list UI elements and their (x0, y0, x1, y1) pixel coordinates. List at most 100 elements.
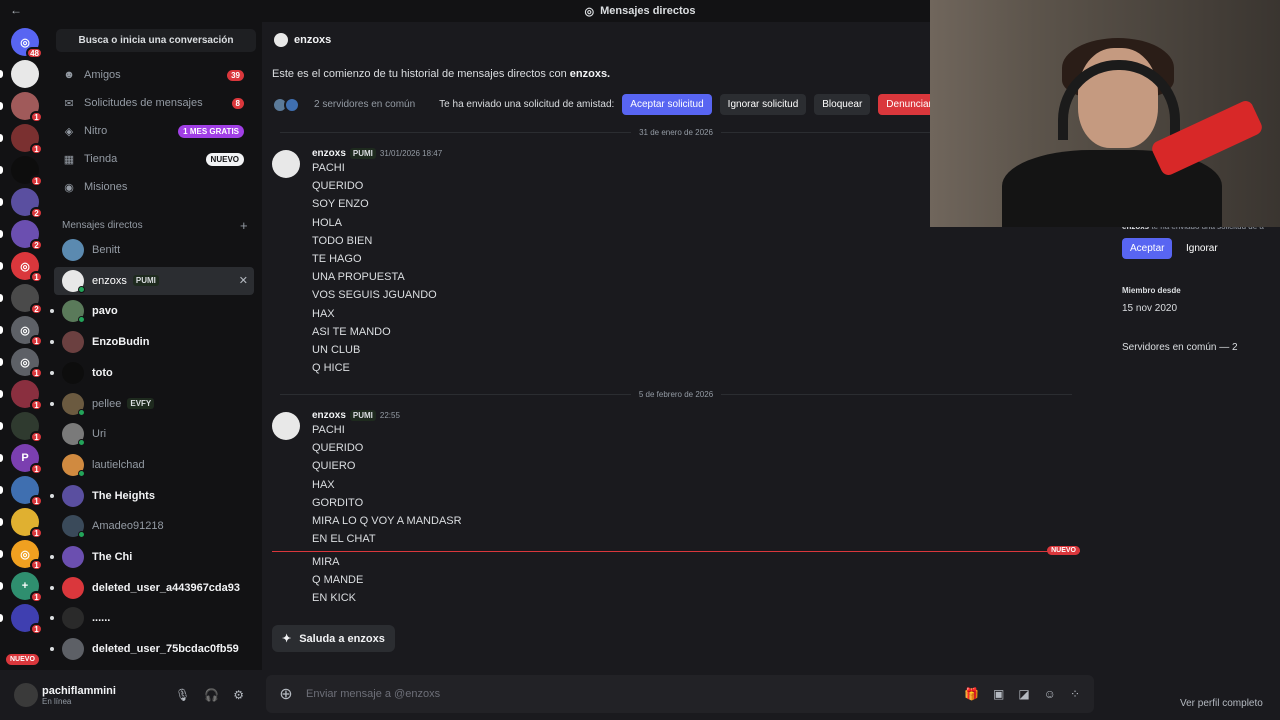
headphones-icon[interactable]: 🎧 (204, 688, 219, 702)
message-line[interactable]: PACHI (312, 424, 345, 436)
message-line[interactable]: QUIERO (312, 460, 355, 472)
dm-item[interactable]: The Heights (50, 482, 254, 510)
server-icon[interactable]: 2 (11, 220, 43, 251)
accept-request-button[interactable]: Aceptar solicitud (622, 94, 712, 115)
mutual-servers-text[interactable]: 2 servidores en común (314, 99, 415, 110)
dm-item[interactable]: enzoxs PUMI ✕ (54, 266, 254, 295)
unread-badge: 1 (30, 559, 43, 571)
dm-item[interactable]: lautielchad (54, 451, 254, 479)
message-line[interactable]: HAX (312, 308, 335, 320)
server-icon[interactable]: 1 (11, 124, 43, 155)
server-icon[interactable]: 1 (11, 92, 43, 123)
message-line[interactable]: UN CLUB (312, 344, 360, 356)
ignore-request-button[interactable]: Ignorar solicitud (719, 94, 807, 115)
nav-nitro[interactable]: ◈ Nitro 1 MES GRATIS (54, 118, 250, 144)
server-icon[interactable]: P1 (11, 444, 43, 475)
server-icon[interactable]: ◎ 1 (11, 252, 43, 283)
server-icon[interactable]: 2 (11, 188, 43, 219)
message-line[interactable]: SOY ENZO (312, 198, 369, 210)
dm-item[interactable]: The Chi (50, 543, 254, 571)
ignore-button[interactable]: Ignorar (1178, 238, 1226, 259)
unread-pill (0, 422, 3, 430)
unread-pill (0, 230, 3, 238)
dm-item[interactable]: ...... (50, 604, 254, 632)
dm-item[interactable]: deleted_user_a443967cda93 (50, 574, 254, 602)
microphone-icon[interactable]: 🎙 (175, 688, 190, 702)
gif-icon[interactable]: ▣ (993, 687, 1004, 701)
nav-solicitudes-de-mensajes[interactable]: ✉ Solicitudes de mensajes 8 (54, 90, 250, 116)
mutual-servers-row[interactable]: Servidores en común — 2 (1122, 342, 1238, 353)
gift-icon[interactable]: 🎁 (964, 687, 979, 701)
server-icon[interactable]: 1 (11, 508, 43, 539)
gear-icon[interactable]: ⚙ (233, 688, 244, 702)
server-icon[interactable]: +1 (11, 572, 43, 603)
message-line[interactable]: GORDITO (312, 497, 363, 509)
avatar (62, 484, 84, 507)
server-icon[interactable]: 1 (11, 604, 43, 635)
dm-item[interactable]: Benitt (54, 236, 254, 264)
view-full-profile-link[interactable]: Ver perfil completo (1180, 698, 1263, 709)
nav-misiones[interactable]: ◉ Misiones (54, 174, 250, 200)
guild-tag: PUMI (132, 275, 159, 287)
dm-item[interactable]: Amadeo91218 (54, 512, 254, 540)
server-icon[interactable]: ◎ 48 (11, 28, 43, 59)
message-line[interactable]: Q MANDE (312, 574, 363, 586)
dm-item[interactable]: deleted_user_75bcdac0fb59 (50, 635, 254, 663)
avatar[interactable] (272, 150, 300, 178)
server-icon[interactable]: 1 (11, 380, 43, 411)
server-icon[interactable]: ◎ 1 (11, 348, 43, 379)
unread-badge: 1 (30, 175, 43, 187)
message-line[interactable]: TE HAGO (312, 253, 362, 265)
dm-item[interactable]: toto (50, 359, 254, 387)
message-line[interactable]: PACHI (312, 162, 345, 174)
message-line[interactable]: HAX (312, 479, 335, 491)
message-author[interactable]: enzoxs (312, 148, 346, 159)
message-line[interactable]: QUERIDO (312, 180, 363, 192)
message-line[interactable]: QUERIDO (312, 442, 363, 454)
server-icon[interactable]: 2 (11, 284, 43, 315)
unread-badge: 1 (30, 495, 43, 507)
accept-button[interactable]: Aceptar (1122, 238, 1173, 259)
server-icon[interactable]: 1 (11, 476, 43, 507)
avatar (62, 515, 85, 539)
server-icon[interactable]: ◎ 1 (11, 540, 43, 571)
wave-button[interactable]: ✦ Saluda a enzoxs (272, 625, 395, 652)
nav-amigos[interactable]: ☻ Amigos 39 (54, 62, 250, 88)
dm-item[interactable]: pavo (50, 297, 254, 325)
search-conversation-button[interactable]: Busca o inicia una conversación (56, 29, 256, 52)
message-line[interactable]: EN EL CHAT (312, 533, 376, 545)
dm-item[interactable]: Uri (54, 420, 254, 448)
block-button[interactable]: Bloquear (814, 94, 871, 115)
emoji-icon[interactable]: ☺ (1044, 687, 1056, 701)
server-icon[interactable]: 1 (11, 412, 43, 443)
dm-item[interactable]: pellee EVFY (50, 390, 254, 418)
new-servers-badge[interactable]: NUEVO (6, 654, 39, 665)
dm-item[interactable]: EnzoBudin (50, 328, 254, 356)
message-line[interactable]: HOLA (312, 217, 342, 229)
attach-plus-icon[interactable]: ⊕ (266, 684, 306, 704)
back-arrow-icon[interactable]: ← (10, 3, 22, 17)
message-line[interactable]: Q HICE (312, 362, 350, 374)
message-line[interactable]: MIRA LO Q VOY A MANDASR (312, 515, 462, 527)
message-input[interactable] (306, 688, 906, 700)
count-badge: 8 (231, 97, 244, 109)
server-icon[interactable] (11, 60, 39, 88)
username[interactable]: pachiflammini (42, 685, 116, 697)
message-author[interactable]: enzoxs (312, 410, 346, 421)
message-line[interactable]: EN KICK (312, 592, 356, 604)
server-icon[interactable]: ◎ 1 (11, 316, 43, 347)
apps-icon[interactable]: ⁘ (1070, 687, 1080, 701)
server-icon[interactable]: 1 (11, 156, 43, 187)
message-line[interactable]: VOS SEGUIS JGUANDO (312, 289, 437, 301)
avatar[interactable] (272, 412, 300, 440)
avatar[interactable] (14, 683, 38, 707)
create-dm-icon[interactable]: + (240, 218, 248, 233)
nav-tienda[interactable]: ▦ Tienda NUEVO (54, 146, 250, 172)
message-line[interactable]: MIRA (312, 556, 340, 568)
message-line[interactable]: TODO BIEN (312, 235, 372, 247)
message-line[interactable]: ASI TE MANDO (312, 326, 391, 338)
guild-tag: PUMI (349, 410, 376, 421)
close-icon[interactable]: ✕ (239, 274, 248, 287)
message-line[interactable]: UNA PROPUESTA (312, 271, 405, 283)
sticker-icon[interactable]: ◪ (1018, 687, 1029, 701)
